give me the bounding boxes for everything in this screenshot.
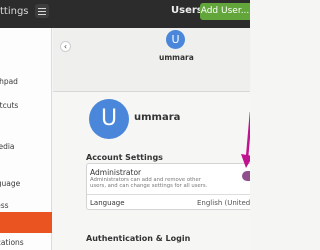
menu-line [38, 11, 46, 12]
language-label: Language [90, 199, 125, 207]
panel-title: Users [171, 5, 203, 16]
hamburger-menu-button[interactable] [35, 4, 49, 18]
account-settings-card: Administrator Administrators can add and… [86, 163, 250, 210]
administrator-description: Administrators can add and remove other … [90, 177, 208, 190]
sidebar-item-label: cess [0, 201, 9, 210]
add-user-button[interactable]: Add User... [200, 3, 250, 20]
sidebar-item-touchpad[interactable]: tchpad [0, 71, 52, 92]
carousel-user-avatar[interactable]: U [166, 30, 185, 49]
sidebar-item-notifications[interactable]: fications [0, 232, 52, 250]
app-title: ttings [0, 6, 29, 17]
sidebar-item-language[interactable]: nguage [0, 173, 52, 194]
sidebar-item-users[interactable] [0, 212, 52, 233]
divider [87, 194, 250, 195]
header-bar: ttings Users Add User... [0, 0, 250, 28]
sidebar-item-label: ortcuts [0, 101, 19, 110]
profile-user-name[interactable]: ummara [134, 112, 180, 123]
menu-line [38, 8, 46, 9]
account-settings-heading: Account Settings [86, 153, 163, 162]
sidebar-item-label: Media [0, 142, 15, 151]
sidebar-item-shortcuts[interactable]: ortcuts [0, 95, 52, 116]
profile-avatar[interactable]: U [89, 99, 129, 139]
menu-line [38, 14, 46, 15]
user-carousel: ‹ U ummara [53, 28, 250, 92]
sidebar-item-label: nguage [0, 179, 21, 188]
sidebar-item-label: tchpad [0, 77, 18, 86]
sidebar-item-label: fications [0, 238, 24, 247]
administrator-toggle[interactable] [242, 171, 250, 181]
authentication-login-heading: Authentication & Login [86, 234, 191, 243]
annotation-arrow-icon [241, 112, 250, 168]
administrator-label: Administrator [90, 168, 142, 177]
sidebar-item-media[interactable]: Media [0, 136, 52, 157]
language-value[interactable]: English (United States) [197, 199, 250, 207]
main-panel: ‹ U ummara U ummara Account Settings Adm… [53, 28, 250, 250]
carousel-prev-button[interactable]: ‹ [60, 41, 71, 52]
sidebar: tchpad ortcuts Media nguage cess ficatio… [0, 28, 52, 250]
carousel-user-name: ummara [159, 53, 194, 62]
